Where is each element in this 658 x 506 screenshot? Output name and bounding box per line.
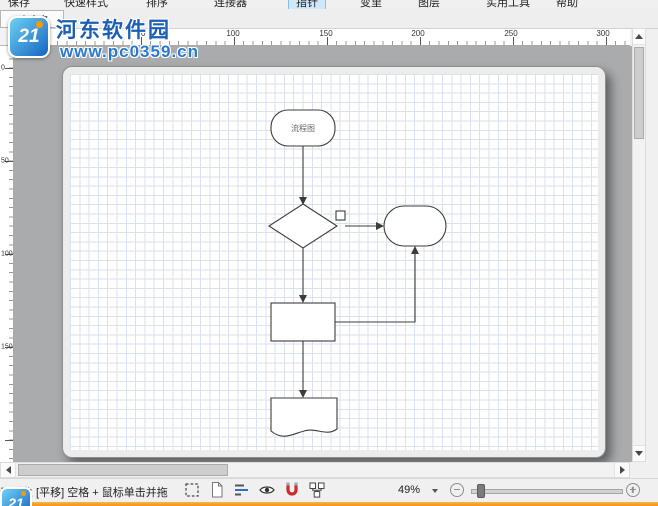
ruler-tick-label: 250 bbox=[504, 29, 518, 38]
bottom-accent-strip bbox=[0, 502, 658, 506]
tab-title: *未命名 bbox=[15, 15, 49, 27]
ruler-tick-label: 150 bbox=[319, 29, 333, 38]
align-left-icon[interactable] bbox=[233, 481, 251, 499]
status-toolbar bbox=[183, 481, 326, 499]
zoom-level-value[interactable]: 49% bbox=[398, 484, 420, 496]
snap-magnet-icon[interactable] bbox=[283, 481, 301, 499]
scrollbar-corner bbox=[630, 462, 646, 478]
horizontal-ruler: 0 50 100 150 200 250 300 bbox=[14, 28, 630, 46]
scroll-right-button[interactable] bbox=[614, 463, 629, 477]
ruler-tick-label: 50 bbox=[1, 157, 9, 165]
layout-grid-icon[interactable] bbox=[308, 481, 326, 499]
menu-item-variable[interactable]: 变里 bbox=[360, 0, 382, 9]
ruler-tick-label: 50 bbox=[136, 29, 146, 38]
tab-untitled[interactable]: *未命名 bbox=[0, 10, 64, 28]
status-bar: 动对象 [平移] 空格 + 鼠标单击并拖 49% bbox=[0, 478, 658, 502]
ruler-tick-label: 300 bbox=[596, 29, 610, 38]
ruler-tick-label: 200 bbox=[411, 29, 425, 38]
scroll-left-button[interactable] bbox=[1, 463, 16, 477]
zoom-dropdown-caret-icon[interactable] bbox=[432, 489, 438, 493]
menu-item-layers[interactable]: 图层 bbox=[418, 0, 440, 9]
tab-bar: *未命名 bbox=[0, 9, 658, 29]
arrow-right-icon bbox=[619, 466, 625, 474]
scroll-down-button[interactable] bbox=[633, 445, 645, 461]
arrow-down-icon bbox=[635, 451, 643, 456]
ruler-tick-label: 0 bbox=[1, 64, 5, 72]
arrow-left-icon bbox=[5, 466, 11, 474]
ruler-major-ticks bbox=[5, 68, 13, 462]
page[interactable] bbox=[62, 66, 606, 458]
menu-item-save[interactable]: 保存 bbox=[8, 0, 30, 9]
menu-item-utilities[interactable]: 实用工具 bbox=[486, 0, 530, 9]
vertical-ruler: 0 50 100 150 bbox=[0, 46, 14, 462]
horizontal-scrollbar-thumb[interactable] bbox=[18, 464, 228, 476]
vertical-scrollbar[interactable] bbox=[632, 28, 646, 462]
scroll-up-button[interactable] bbox=[633, 29, 645, 45]
zoom-slider-handle[interactable] bbox=[477, 484, 485, 498]
zoom-slider-track[interactable] bbox=[471, 484, 623, 498]
menu-item-arrange[interactable]: 排序 bbox=[146, 0, 168, 9]
menu-item-pointer-active[interactable]: 指针 bbox=[288, 0, 326, 9]
ruler-tick-label: 150 bbox=[1, 343, 13, 351]
zoom-out-button[interactable] bbox=[450, 483, 464, 497]
horizontal-scrollbar[interactable] bbox=[0, 462, 630, 478]
ruler-corner bbox=[0, 28, 14, 46]
ruler-tick-label: 100 bbox=[226, 29, 240, 38]
zoom-in-button[interactable] bbox=[626, 483, 640, 497]
plus-icon-v bbox=[631, 486, 634, 493]
ruler-tick-label: 0 bbox=[45, 29, 51, 38]
menu-item-help[interactable]: 帮助 bbox=[556, 0, 578, 9]
ruler-major-ticks bbox=[48, 37, 630, 45]
minus-icon bbox=[453, 488, 460, 491]
ruler-tick-label: 100 bbox=[1, 250, 13, 258]
menubar: 保存 快速样式 排序 连接器 指针 变里 图层 实用工具 帮助 bbox=[0, 0, 658, 9]
new-page-icon[interactable] bbox=[208, 481, 226, 499]
menu-item-quick-style[interactable]: 快速样式 bbox=[64, 0, 108, 9]
app-window: 保存 快速样式 排序 连接器 指针 变里 图层 实用工具 帮助 *未命名 0 5… bbox=[0, 0, 658, 506]
status-hint-text: 动对象 [平移] 空格 + 鼠标单击并拖 bbox=[0, 487, 168, 499]
visibility-eye-icon[interactable] bbox=[258, 481, 276, 499]
arrow-up-icon bbox=[635, 34, 643, 39]
menu-item-connector[interactable]: 连接器 bbox=[214, 0, 247, 9]
canvas[interactable] bbox=[14, 46, 632, 462]
selection-marquee-icon[interactable] bbox=[183, 481, 201, 499]
page-grid bbox=[70, 74, 598, 450]
vertical-scrollbar-thumb[interactable] bbox=[634, 47, 644, 139]
